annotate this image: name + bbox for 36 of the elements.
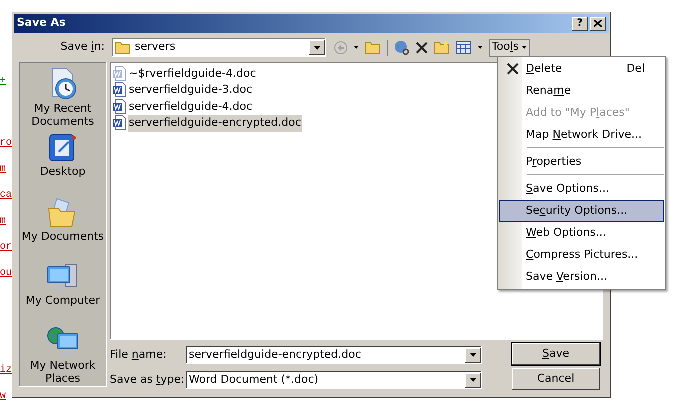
menu-item-label: Map Network Drive... — [526, 126, 643, 143]
place-label: My Recent Documents — [30, 102, 96, 128]
save-in-label: Save in: — [60, 39, 106, 56]
field-label: Save as type: — [110, 372, 186, 388]
document-fragment: ca — [0, 189, 12, 203]
document-fragment: w — [0, 390, 8, 404]
menu-item-label: Security Options... — [526, 202, 629, 219]
menu-item-label: Save Version... — [526, 268, 608, 285]
document-fragment: ou — [0, 267, 12, 281]
combo-value: Word Document (*.doc) — [189, 372, 320, 388]
document-fragment: m — [0, 163, 8, 177]
save-in-value: servers — [135, 39, 177, 56]
place-label: My Computer — [26, 294, 100, 307]
place-label: My Network Places — [29, 358, 97, 384]
document-fragment: m — [0, 215, 8, 229]
menu-item-label: Web Options... — [526, 224, 608, 241]
menu-item-label: Compress Pictures... — [526, 246, 640, 263]
menu-item-label: Add to "My Places" — [526, 104, 631, 121]
combo-value: serverfieldguide-encrypted.doc — [189, 346, 362, 363]
document-fragment: ro — [0, 137, 12, 151]
menu-item-label: Save Options... — [526, 180, 610, 197]
place-label: My Documents — [22, 230, 104, 242]
document-fragment: iz — [0, 364, 12, 378]
menu-item-label: Delete — [526, 60, 564, 77]
file-name: serverfieldguide-encrypted.doc — [128, 115, 302, 132]
menu-item-label: Rename — [526, 82, 572, 99]
file-name: serverfieldguide-3.doc — [128, 82, 254, 98]
document-fragment: or — [0, 241, 12, 255]
window-title: Save As — [17, 15, 66, 32]
shortcut-label: Del — [626, 60, 646, 77]
place-label: Desktop — [40, 165, 86, 178]
document-fragment: + — [0, 75, 8, 89]
file-name: serverfieldguide-4.doc — [128, 98, 254, 114]
field-label: File name: — [110, 346, 168, 363]
file-name: ~$rverfieldguide-4.doc — [128, 66, 258, 82]
menu-item-label: Properties — [526, 154, 583, 170]
